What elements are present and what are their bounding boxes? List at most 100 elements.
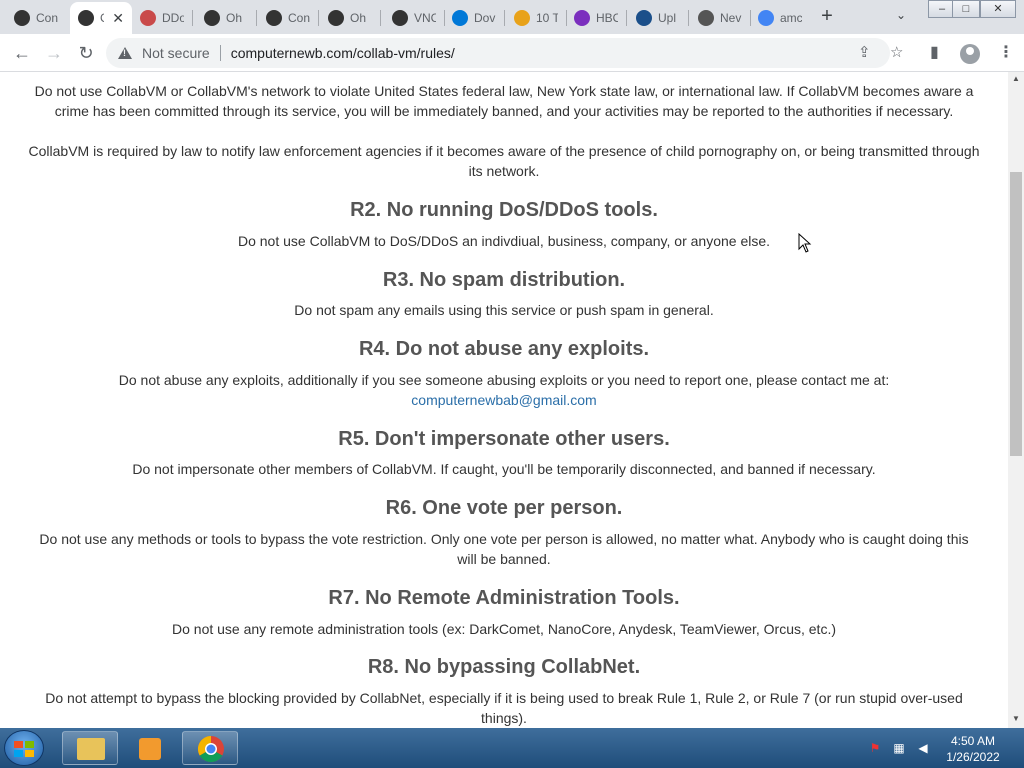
tab-separator	[380, 10, 381, 26]
security-label[interactable]: Not secure	[142, 45, 210, 61]
browser-tab[interactable]: 10 T	[506, 4, 564, 32]
sidebar-icon[interactable]: ▮	[930, 42, 939, 62]
rule-4-text: Do not abuse any exploits, additionally …	[118, 372, 890, 388]
browser-tab[interactable]: Oh	[196, 4, 254, 32]
clock-date: 1/26/2022	[946, 750, 1000, 764]
collabvm-icon	[204, 10, 220, 26]
address-bar[interactable]: Not secure computernewb.com/collab-vm/ru…	[106, 38, 890, 68]
tab-separator	[192, 10, 193, 26]
ddos-icon	[140, 10, 156, 26]
vnc-icon	[392, 10, 408, 26]
rule-7-heading: R7. No Remote Administration Tools.	[328, 587, 680, 609]
tab-title: VNC	[414, 11, 436, 25]
clock-time: 4:50 AM	[950, 734, 996, 748]
close-window-button[interactable]: ✕	[980, 0, 1016, 18]
browser-tab[interactable]: VNC	[384, 4, 442, 32]
warning-icon[interactable]	[118, 47, 132, 59]
back-button[interactable]: ←	[10, 42, 34, 64]
chrome-icon	[698, 10, 714, 26]
rule-2-heading: R2. No running DoS/DDoS tools.	[350, 199, 658, 221]
system-clock[interactable]: 4:50 AM 1/26/2022	[940, 733, 1006, 765]
forward-button[interactable]: →	[42, 42, 66, 64]
media-player-icon	[139, 738, 161, 760]
browser-tab[interactable]: Upl	[628, 4, 686, 32]
mouse-cursor-icon	[798, 233, 812, 253]
tab-title: 10 T	[536, 11, 558, 25]
browser-tab[interactable]: HBO	[566, 4, 624, 32]
taskbar-chrome-button[interactable]	[182, 731, 238, 765]
rule-5-heading: R5. Don't impersonate other users.	[338, 428, 670, 450]
rule-1-paragraph-1: Do not use CollabVM or CollabVM's networ…	[34, 83, 974, 119]
collabvm-icon	[78, 10, 94, 26]
tab-separator	[688, 10, 689, 26]
tab-title: Oh	[226, 11, 243, 25]
tab-title: Con	[36, 11, 58, 25]
tab-title: Upl	[658, 11, 677, 25]
windows-icon	[452, 10, 468, 26]
tab-title: Nev	[720, 11, 742, 25]
profile-avatar-icon[interactable]	[960, 44, 980, 64]
browser-tab[interactable]: Nev	[690, 4, 748, 32]
scrollbar-thumb[interactable]	[1010, 172, 1022, 456]
scroll-up-arrow-icon[interactable]: ▲	[1010, 74, 1022, 83]
chrome-icon	[197, 735, 224, 763]
scroll-down-arrow-icon[interactable]: ▼	[1010, 714, 1022, 723]
browser-tab[interactable]: Dov	[444, 4, 502, 32]
rule-6-heading: R6. One vote per person.	[385, 497, 623, 519]
reload-button[interactable]: ↻	[74, 42, 98, 64]
tab-title: amc	[780, 11, 802, 25]
tab-separator	[256, 10, 257, 26]
tab-title: Con	[288, 11, 310, 25]
bookmark-star-icon[interactable]: ☆	[890, 43, 903, 61]
windows-logo-icon	[14, 741, 34, 757]
browser-tab[interactable]: Con	[258, 4, 316, 32]
rules-page: Do not use CollabVM or CollabVM's networ…	[0, 72, 1008, 728]
rule-7-text: Do not use any remote administration too…	[172, 621, 836, 637]
tab-title: Dov	[474, 11, 496, 25]
menu-icon[interactable]: ⋮	[998, 42, 1014, 62]
rule-6-text: Do not use any methods or tools to bypas…	[39, 531, 969, 567]
hbo-icon	[574, 10, 590, 26]
rule-5-text: Do not impersonate other members of Coll…	[132, 461, 876, 477]
rule-8-text: Do not attempt to bypass the blocking pr…	[45, 690, 963, 726]
taskbar-explorer-button[interactable]	[62, 731, 118, 765]
rule-1-paragraph-2: CollabVM is required by law to notify la…	[28, 143, 980, 179]
taskbar-media-player-button[interactable]	[122, 731, 178, 765]
rule-2-text: Do not use CollabVM to DoS/DDoS an indiv…	[237, 233, 771, 249]
browser-tab[interactable]: amc	[750, 4, 808, 32]
maximize-button[interactable]: □	[952, 0, 980, 18]
collabvm-icon	[14, 10, 30, 26]
tab-title: Oh	[350, 11, 367, 25]
action-center-icon[interactable]: ⚑	[868, 741, 882, 755]
browser-tab[interactable]: Oh	[320, 4, 378, 32]
rule-3-heading: R3. No spam distribution.	[382, 269, 626, 291]
tab-separator	[318, 10, 319, 26]
contact-email-link[interactable]: computernewbab@gmail.com	[28, 390, 980, 410]
browser-tab[interactable]: C✕	[70, 2, 132, 34]
browser-tab[interactable]: Con	[6, 4, 64, 32]
network-icon[interactable]: ▦	[892, 741, 906, 755]
volume-icon[interactable]: ◀	[916, 741, 930, 755]
tab-separator	[504, 10, 505, 26]
tab-title: DDo	[162, 11, 184, 25]
share-icon[interactable]: ⇪	[858, 43, 871, 61]
browser-toolbar: ← → ↻ Not secure computernewb.com/collab…	[0, 34, 1024, 72]
collabvm-icon	[328, 10, 344, 26]
new-tab-button[interactable]: +	[816, 6, 838, 28]
collabvm-icon	[266, 10, 282, 26]
google-icon	[758, 10, 774, 26]
rule-8-heading: R8. No bypassing CollabNet.	[367, 656, 641, 678]
tab-separator	[626, 10, 627, 26]
tab-title: C	[100, 11, 104, 25]
rule-4-heading: R4. Do not abuse any exploits.	[358, 338, 650, 360]
tab-title: HBO	[596, 11, 618, 25]
rule-3-text: Do not spam any emails using this servic…	[294, 302, 714, 318]
tab-search-icon[interactable]: ⌄	[896, 8, 906, 22]
close-tab-icon[interactable]: ✕	[112, 10, 124, 27]
upload-icon	[636, 10, 652, 26]
url-text[interactable]: computernewb.com/collab-vm/rules/	[231, 45, 455, 61]
c-icon	[514, 10, 530, 26]
url-divider	[219, 45, 221, 61]
folder-icon	[77, 738, 105, 760]
browser-tab[interactable]: DDo	[132, 4, 190, 32]
